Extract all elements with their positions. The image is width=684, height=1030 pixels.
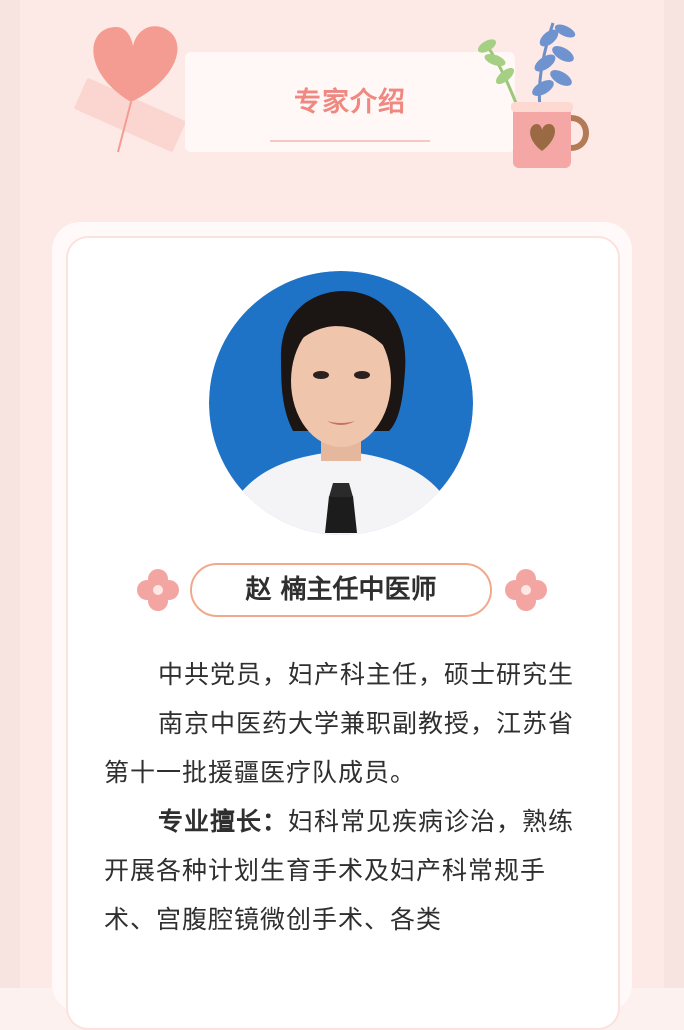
bio-specialty-label: 专业擅长： [158, 807, 289, 836]
doctor-avatar [209, 271, 473, 535]
flower-icon [505, 569, 547, 611]
doctor-name: 赵 楠主任中医师 [245, 575, 437, 605]
heart-balloon-icon [74, 26, 186, 153]
flower-icon [137, 569, 179, 611]
bio-paragraph: 中共党员，妇产科主任，硕士研究生 [158, 660, 575, 689]
page-side-strip-right [664, 0, 684, 988]
bio-paragraph: 专业擅长：妇科常见疾病诊治，熟练开展各种计划生育手术及妇产科常规手术、宫腹腔镜微… [104, 797, 582, 944]
page-side-strip-left [0, 0, 20, 988]
doctor-bio: 中共党员，妇产科主任，硕士研究生 南京中医药大学兼职副教授，江苏省第十一批援疆医… [104, 650, 582, 944]
title-underline [270, 140, 430, 142]
bio-paragraph: 南京中医药大学兼职副教授，江苏省第十一批援疆医疗队成员。 [104, 709, 575, 787]
plant-mug-icon [477, 22, 589, 168]
doctor-name-badge: 赵 楠主任中医师 [190, 563, 492, 617]
